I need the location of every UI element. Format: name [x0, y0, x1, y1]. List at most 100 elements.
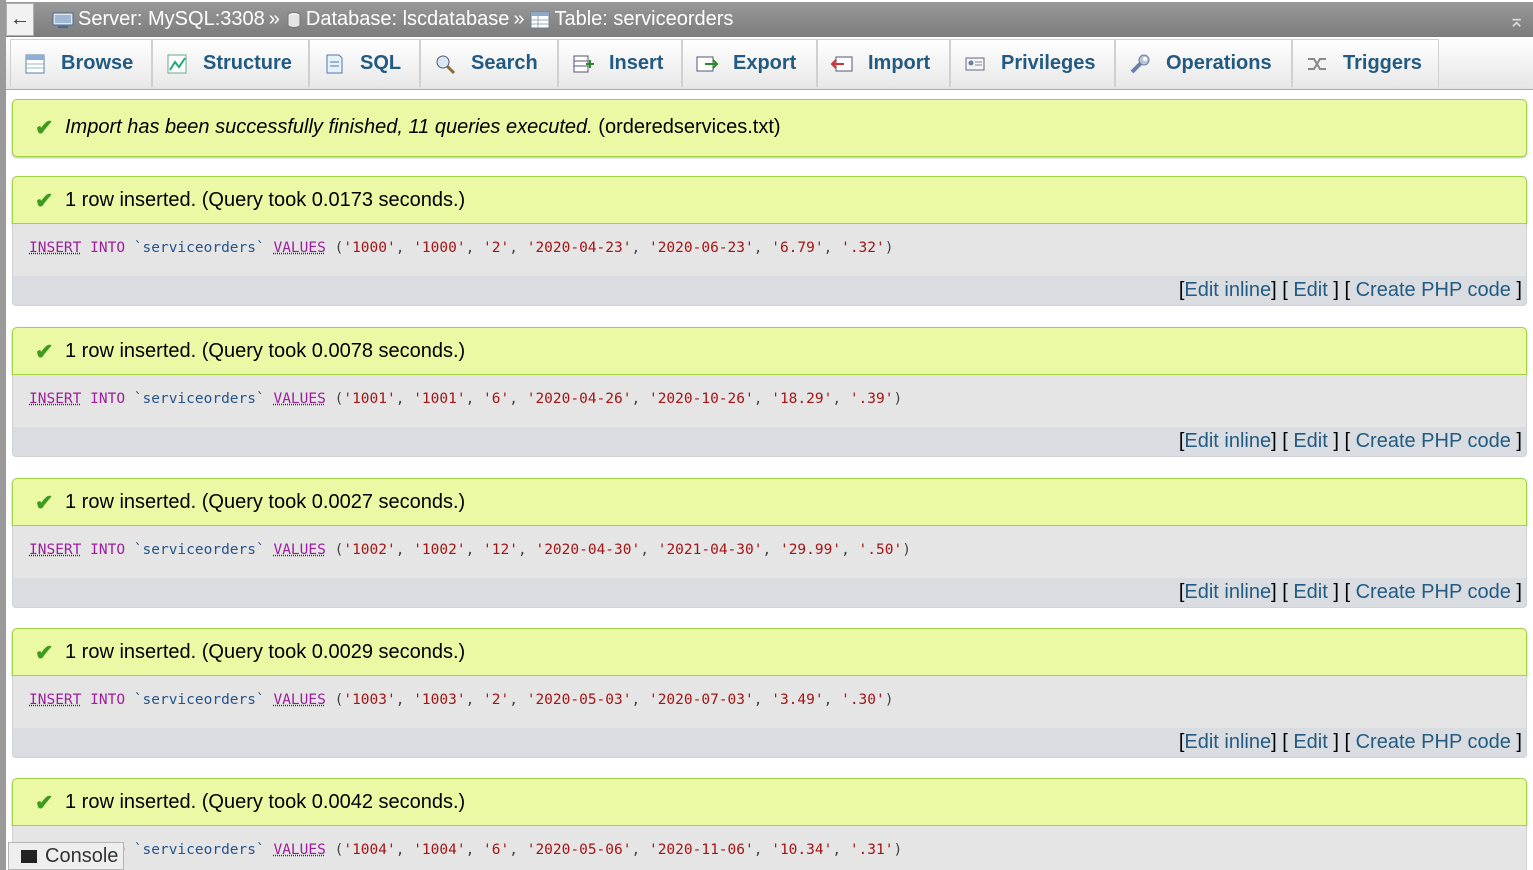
edit-link[interactable]: Edit: [1293, 279, 1327, 301]
sql-string-value: '1004': [413, 842, 466, 858]
sql-string-value: '.32': [841, 240, 885, 256]
success-message: ✔ 1 row inserted. (Query took 0.0173 sec…: [12, 176, 1527, 224]
tab-operations[interactable]: Operations: [1115, 39, 1292, 87]
sql-string-value: '2020-04-23': [526, 240, 632, 256]
tab-export[interactable]: Export: [682, 39, 817, 87]
sql-string-value: '10.34': [771, 842, 833, 858]
console-label: Console: [45, 844, 119, 867]
sql-string-value: '2020-11-06': [648, 842, 754, 858]
check-icon: ✔: [35, 490, 54, 515]
sql-string-value: '1004': [343, 842, 396, 858]
sql-string-value: '2020-07-03': [648, 692, 754, 708]
tab-browse[interactable]: Browse: [10, 39, 152, 87]
sql-keyword[interactable]: INSERT: [29, 692, 81, 708]
breadcrumb-separator: »: [513, 8, 525, 30]
console-icon: [21, 849, 37, 863]
sql-keyword[interactable]: INSERT: [29, 391, 81, 407]
breadcrumb-server[interactable]: Server: MySQL:3308: [52, 8, 265, 31]
sql-keyword[interactable]: INSERT: [29, 240, 81, 256]
structure-icon: [167, 54, 187, 73]
sql-string-value: '2020-04-26': [526, 391, 632, 407]
insert-icon: [573, 55, 594, 72]
result-status: 1 row inserted. (Query took 0.0078 secon…: [65, 340, 466, 362]
sql-string-value: '.39': [849, 391, 894, 407]
sql-string-value: '1003': [413, 692, 466, 708]
sql-string-value: '2020-04-30': [535, 542, 641, 558]
edit-link[interactable]: Edit: [1293, 581, 1327, 603]
sql-keyword[interactable]: VALUES: [273, 842, 325, 858]
sql-text[interactable]: INSERT INTO `serviceorders` VALUES ('100…: [29, 692, 893, 708]
operations-icon: [1130, 54, 1150, 73]
triggers-icon: [1308, 57, 1326, 70]
tab-triggers-label: Triggers: [1343, 52, 1422, 74]
tab-triggers[interactable]: Triggers: [1292, 39, 1439, 87]
breadcrumb-server-label: Server: MySQL:3308: [78, 8, 265, 30]
sql-string-value: '1003': [343, 692, 396, 708]
back-button[interactable]: ←: [6, 3, 34, 36]
edit-link[interactable]: Edit: [1293, 731, 1327, 753]
edit-inline-link[interactable]: Edit inline: [1184, 279, 1271, 301]
tab-sql[interactable]: SQL: [309, 39, 420, 87]
edit-link[interactable]: Edit: [1293, 430, 1327, 452]
sql-table-name: `serviceorders`: [133, 692, 265, 708]
tab-operations-label: Operations: [1166, 52, 1272, 74]
tab-privileges[interactable]: Privileges: [950, 39, 1115, 87]
export-icon: [696, 56, 719, 71]
tab-browse-label: Browse: [61, 52, 134, 74]
sql-keyword[interactable]: VALUES: [273, 240, 325, 256]
success-message: ✔ 1 row inserted. (Query took 0.0027 sec…: [12, 478, 1527, 526]
sql-string-value: '12': [483, 542, 518, 558]
import-success-message: ✔ Import has been successfully finished,…: [12, 99, 1527, 157]
tab-sql-label: SQL: [360, 52, 402, 74]
sql-string-value: '1001': [343, 391, 396, 407]
sql-string-value: '2': [483, 240, 510, 256]
privileges-icon: [965, 57, 985, 70]
sql-keyword[interactable]: VALUES: [273, 542, 325, 558]
sql-string-value: '18.29': [771, 391, 833, 407]
sql-query: INSERT INTO `serviceorders` VALUES ('100…: [12, 375, 1527, 427]
create-php-code-link[interactable]: Create PHP code: [1356, 731, 1511, 753]
edit-inline-link[interactable]: Edit inline: [1184, 581, 1271, 603]
sql-keyword[interactable]: VALUES: [273, 692, 325, 708]
sql-string-value: '2': [483, 692, 510, 708]
sql-text[interactable]: INSERT INTO `serviceorders` VALUES ('100…: [29, 391, 902, 407]
success-message: ✔ 1 row inserted. (Query took 0.0029 sec…: [12, 628, 1527, 676]
sql-table-name: `serviceorders`: [133, 240, 265, 256]
result-status: 1 row inserted. (Query took 0.0173 secon…: [65, 189, 466, 211]
query-actions: [Edit inline] [ Edit ] [ Create PHP code…: [12, 578, 1527, 608]
check-icon: ✔: [35, 339, 54, 364]
import-message-file: (orderedservices.txt): [598, 116, 781, 138]
sql-string-value: '1000': [413, 240, 466, 256]
collapse-icon[interactable]: ⌅: [1508, 8, 1525, 33]
sql-query: INSERT INTO `serviceorders` VALUES ('100…: [12, 224, 1527, 276]
sql-string-value: '1002': [413, 542, 466, 558]
tab-structure[interactable]: Structure: [152, 39, 309, 87]
breadcrumb-database[interactable]: Database: lscdatabase: [286, 8, 509, 31]
sql-keyword[interactable]: VALUES: [273, 391, 325, 407]
tab-import[interactable]: Import: [817, 39, 950, 87]
tab-import-label: Import: [868, 52, 931, 74]
console-button[interactable]: Console: [8, 842, 124, 870]
sql-keyword[interactable]: INSERT: [29, 542, 81, 558]
sql-text[interactable]: INSERT INTO `serviceorders` VALUES ('100…: [29, 842, 902, 858]
create-php-code-link[interactable]: Create PHP code: [1356, 430, 1511, 452]
sql-table-name: `serviceorders`: [133, 842, 265, 858]
sql-query: INSERT INTO `serviceorders` VALUES ('100…: [12, 526, 1527, 578]
edit-inline-link[interactable]: Edit inline: [1184, 430, 1271, 452]
import-icon: [830, 56, 853, 71]
sql-string-value: '29.99': [779, 542, 842, 558]
breadcrumb-table[interactable]: Table: serviceorders: [530, 8, 733, 31]
sql-string-value: '2020-06-23': [648, 240, 754, 256]
create-php-code-link[interactable]: Create PHP code: [1356, 581, 1511, 603]
edit-inline-link[interactable]: Edit inline: [1184, 731, 1271, 753]
sql-query: INSERT INTO `serviceorders` VALUES ('100…: [12, 676, 1527, 728]
create-php-code-link[interactable]: Create PHP code: [1356, 279, 1511, 301]
sql-string-value: '6': [483, 391, 510, 407]
tab-search[interactable]: Search: [420, 39, 558, 87]
sql-keyword: INTO: [90, 542, 126, 558]
sql-string-value: '.50': [858, 542, 903, 558]
sql-text[interactable]: INSERT INTO `serviceorders` VALUES ('100…: [29, 542, 911, 558]
tab-insert[interactable]: Insert: [558, 39, 682, 87]
sql-text[interactable]: INSERT INTO `serviceorders` VALUES ('100…: [29, 240, 893, 256]
import-message-main: Import has been successfully finished, 1…: [65, 116, 593, 138]
